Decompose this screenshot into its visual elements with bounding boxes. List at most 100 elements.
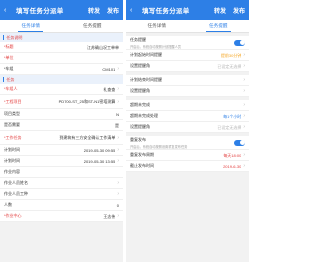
field-value: PD700-ST_25和ST-N1密塔测算 <box>58 99 116 104</box>
tab-bar: 任务详情 任务提醒 <box>0 20 123 33</box>
chevron-right-icon: › <box>117 66 119 72</box>
field-worker-names[interactable]: 作业人员姓名 › <box>0 178 123 189</box>
field-plan-start[interactable]: 计划时间 2019-05-30 09:55 › <box>0 145 123 156</box>
field-work-task[interactable]: *工作任务 到建筑有三方安全确认工作清单 › <box>0 131 123 145</box>
chevron-right-icon: › <box>243 77 245 83</box>
field-project-type[interactable]: 项目类型 N <box>0 109 123 120</box>
chevron-right-icon: › <box>117 134 119 141</box>
chevron-right-icon: › <box>117 147 119 153</box>
back-arrow-icon[interactable]: ‹ <box>130 7 138 14</box>
field-label: 设置提醒角 <box>130 124 150 129</box>
field-crew-member[interactable]: *车组人 礼查查 › <box>0 84 123 95</box>
field-work-content[interactable]: 作业内容 <box>0 167 123 178</box>
field-value: 王志伟 <box>103 213 116 219</box>
overdue-handling-row[interactable]: 超期未完成处理 每1个小时 › <box>126 111 249 122</box>
field-label: 重复发布周期 <box>130 152 154 157</box>
field-label: 截止发布时间 <box>130 163 154 168</box>
chevron-right-icon: › <box>243 52 245 58</box>
field-label: *单位 <box>4 55 14 60</box>
repeat-deadline-row[interactable]: 截止发布时间 2019-6-30 › <box>126 161 249 172</box>
field-label: 项目类型 <box>4 111 20 116</box>
reminder-end-target-row[interactable]: 设置提醒角 › <box>126 86 249 97</box>
field-title[interactable]: *标题 江苏确山况工单单 <box>0 42 123 53</box>
field-headcount[interactable]: 人数 0 <box>0 200 123 211</box>
field-value: N <box>116 111 119 117</box>
chevron-right-icon: › <box>117 158 119 164</box>
publish-button[interactable]: 发布 <box>107 6 119 15</box>
field-required[interactable]: 是否需要 是 <box>0 120 123 131</box>
field-unit[interactable]: *单位 <box>0 53 123 64</box>
chevron-right-icon: › <box>117 180 119 186</box>
chevron-right-icon: › <box>117 86 119 92</box>
chevron-right-icon: › <box>243 152 245 158</box>
chevron-right-icon: › <box>243 124 245 130</box>
field-label: 超期未完成 <box>130 102 150 107</box>
overdue-target-row[interactable]: 设置提醒角 已设定无选择 › <box>126 122 249 133</box>
field-value: 到建筑有三方安全确认工作清单 <box>59 135 116 140</box>
field-plan-end[interactable]: 计划时间 2019-05-30 13:55 › <box>0 156 123 167</box>
field-value: 每1个小时 <box>223 113 242 119</box>
reminder-end-row[interactable]: 计划结束时间提醒 › <box>126 75 249 86</box>
phone-screen-task-reminder: ‹ 填写任务分派单 转发 发布 任务详情 任务提醒 任务提醒 开启后，系统自动按… <box>126 0 249 262</box>
field-value: 已设定无选择 <box>217 63 242 69</box>
chevron-right-icon: › <box>117 98 119 105</box>
tab-bar: 任务详情 任务提醒 <box>126 20 249 33</box>
task-reminder-hint: 开启后，系统自动按照计划提醒人员 <box>130 44 181 49</box>
field-label: 超期未完成处理 <box>130 113 158 118</box>
field-value: 2019-6-30 <box>223 163 242 169</box>
reminder-start-row[interactable]: 计划起始时间提醒 提前30分钟 › <box>126 50 249 61</box>
field-label: *标题 <box>4 44 14 49</box>
field-value: 已设定无选择 <box>217 124 242 130</box>
task-reminder-label: 任务提醒 <box>130 36 146 42</box>
field-label: 设置提醒角 <box>130 88 150 93</box>
field-label: 是否需要 <box>4 122 20 127</box>
field-value: 礼查查 <box>103 86 116 92</box>
chevron-right-icon: › <box>243 63 245 69</box>
chevron-right-icon: › <box>117 213 119 219</box>
chevron-right-icon: › <box>243 113 245 119</box>
chevron-right-icon: › <box>117 191 119 197</box>
tab-task-details[interactable]: 任务详情 <box>126 20 188 32</box>
field-label: *工程项目 <box>4 98 22 104</box>
field-work-center[interactable]: *作业中心 王志伟 › <box>0 211 123 222</box>
forward-button[interactable]: 转发 <box>88 6 100 15</box>
task-reminder-toggle-row: 任务提醒 开启后，系统自动按照计划提醒人员 <box>126 36 249 50</box>
task-reminder-toggle[interactable] <box>234 39 245 46</box>
field-value: 每天18:00 <box>223 152 242 158</box>
field-value: 江苏确山况工单单 <box>87 44 119 50</box>
phone-screen-task-details: ‹ 填写任务分派单 转发 发布 任务详情 任务提醒 任务说明 *标题 江苏确山况… <box>0 0 123 262</box>
publish-button[interactable]: 发布 <box>233 6 245 15</box>
field-label: *车组 <box>4 66 14 71</box>
field-value: 提前30分钟 <box>220 52 242 58</box>
chevron-right-icon: › <box>243 163 245 169</box>
forward-button[interactable]: 转发 <box>214 6 226 15</box>
repeat-publish-hint: 开启后，系统自动按照设置重复发布任务 <box>130 144 188 149</box>
tab-task-reminder[interactable]: 任务提醒 <box>188 20 250 33</box>
field-crew[interactable]: *车组 CM101 › <box>0 64 123 75</box>
reminder-start-target-row[interactable]: 设置提醒角 已设定无选择 › <box>126 61 249 72</box>
tab-task-reminder[interactable]: 任务提醒 <box>62 20 124 32</box>
field-value: 0 <box>116 202 119 208</box>
field-worker-types[interactable]: 作业人员工种 › <box>0 189 123 200</box>
field-value: 是 <box>115 122 119 128</box>
field-label: *车组人 <box>4 86 18 91</box>
chevron-right-icon: › <box>243 102 245 108</box>
field-label: 计划结束时间提醒 <box>130 77 162 82</box>
back-arrow-icon[interactable]: ‹ <box>4 7 12 14</box>
tab-task-details[interactable]: 任务详情 <box>0 20 62 33</box>
repeat-publish-label: 重复发布 <box>130 136 146 142</box>
section-header-description: 任务说明 <box>0 33 123 42</box>
field-project[interactable]: *工程项目 PD700-ST_25和ST-N1密塔测算 › <box>0 95 123 109</box>
repeat-publish-toggle[interactable] <box>234 139 245 146</box>
field-label: 作业内容 <box>4 169 20 174</box>
field-label: 计划时间 <box>4 147 20 152</box>
field-label: *工作任务 <box>4 134 22 140</box>
top-bar: ‹ 填写任务分派单 转发 发布 <box>126 0 249 20</box>
field-label: 人数 <box>4 202 12 207</box>
page-title: 填写任务分派单 <box>142 8 190 15</box>
overdue-row[interactable]: 超期未完成 › <box>126 100 249 111</box>
repeat-cycle-row[interactable]: 重复发布周期 每天18:00 › <box>126 150 249 161</box>
chevron-right-icon: › <box>243 88 245 94</box>
field-label: 计划时间 <box>4 158 20 163</box>
section-header-task: 任务 <box>0 75 123 84</box>
